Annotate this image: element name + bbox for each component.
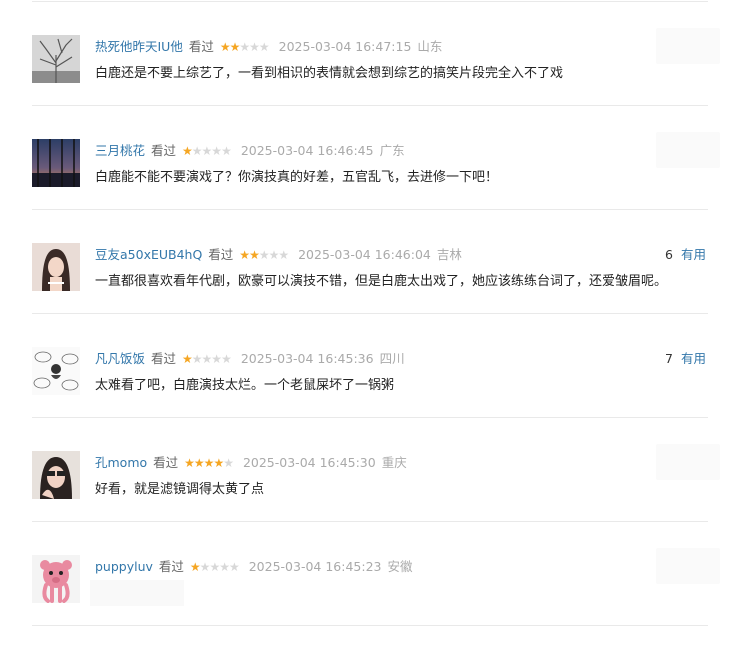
comment-item: puppyluv 看过 ★★★★★ 2025-03-04 16:45:23 安徽 <box>32 522 720 626</box>
star-empty-icon: ★ <box>223 456 234 470</box>
vote-count: 6 <box>665 247 673 262</box>
useful-link[interactable]: 有用 <box>681 351 706 366</box>
comment-location: 四川 <box>379 351 405 366</box>
star-rating: ★★★★★ <box>182 142 232 160</box>
star-filled-icon: ★ <box>184 456 195 470</box>
comment-text: 一直都很喜欢看年代剧，欧豪可以演技不错，但是白鹿太出戏了，她应该练练台词了，还爱… <box>95 274 668 289</box>
avatar-girl-icon[interactable] <box>32 243 80 291</box>
comment-time: 2025-03-04 16:47:15 <box>278 39 412 54</box>
comment-time: 2025-03-04 16:45:23 <box>248 559 382 574</box>
star-empty-icon: ★ <box>211 352 222 366</box>
comment-meta: 豆友a50xEUB4hQ 看过 ★★★★★ 2025-03-04 16:46:0… <box>95 246 462 264</box>
star-empty-icon: ★ <box>221 144 232 158</box>
username-link[interactable]: 豆友a50xEUB4hQ <box>95 247 202 262</box>
vote-button[interactable]: 7 有用 <box>665 350 706 368</box>
vote-button[interactable] <box>656 444 720 480</box>
star-filled-icon: ★ <box>193 456 205 470</box>
star-empty-icon: ★ <box>211 144 222 158</box>
star-empty-icon: ★ <box>228 560 240 574</box>
comment-meta: 三月桃花 看过 ★★★★★ 2025-03-04 16:46:45 广东 <box>95 142 405 160</box>
vote-button[interactable]: 6 有用 <box>665 246 706 264</box>
watch-status: 看过 <box>158 559 184 574</box>
star-empty-icon: ★ <box>239 40 250 54</box>
star-empty-icon: ★ <box>209 560 220 574</box>
star-empty-icon: ★ <box>258 248 270 262</box>
comment-location: 广东 <box>379 143 405 158</box>
star-filled-icon: ★ <box>239 248 250 262</box>
star-filled-icon: ★ <box>182 144 193 158</box>
star-filled-icon: ★ <box>189 560 201 574</box>
avatar-tree-icon[interactable] <box>32 35 80 83</box>
star-filled-icon: ★ <box>249 248 260 262</box>
star-empty-icon: ★ <box>191 352 203 366</box>
comment-list: 热死他昨天IU他 看过 ★★★★★ 2025-03-04 16:47:15 山东… <box>0 0 740 645</box>
star-empty-icon: ★ <box>201 144 213 158</box>
watch-status: 看过 <box>153 455 179 470</box>
comment-time: 2025-03-04 16:46:04 <box>298 247 431 262</box>
username-link[interactable]: puppyluv <box>95 559 153 574</box>
comment-item: 孔momo 看过 ★★★★★ 2025-03-04 16:45:30 重庆 好看… <box>32 418 720 522</box>
comment-meta: puppyluv 看过 ★★★★★ 2025-03-04 16:45:23 安徽 <box>95 558 412 576</box>
comment-item: 凡凡饭饭 看过 ★★★★★ 2025-03-04 16:45:36 四川 7 有… <box>32 314 708 418</box>
comment-location: 重庆 <box>381 455 407 470</box>
star-empty-icon: ★ <box>258 40 270 54</box>
star-empty-icon: ★ <box>249 40 260 54</box>
star-empty-icon: ★ <box>221 352 232 366</box>
star-rating: ★★★★★ <box>182 350 232 368</box>
star-empty-icon: ★ <box>219 560 230 574</box>
avatar-doodle-icon[interactable] <box>32 347 80 395</box>
comment-text: 白鹿能不能不要演戏了？你演技真的好差，五官乱飞，去进修一下吧！ <box>95 170 499 185</box>
comment-text: 白鹿还是不要上综艺了，一看到相识的表情就会想到综艺的搞笑片段完全入不了戏 <box>95 66 564 81</box>
comment-item: 三月桃花 看过 ★★★★★ 2025-03-04 16:46:45 广东 白鹿能… <box>32 106 720 210</box>
star-empty-icon: ★ <box>201 352 213 366</box>
comment-location: 安徽 <box>387 559 413 574</box>
star-filled-icon: ★ <box>229 40 241 54</box>
comment-location: 山东 <box>417 39 443 54</box>
comment-meta: 凡凡饭饭 看过 ★★★★★ 2025-03-04 16:45:36 四川 <box>95 350 405 368</box>
comment-meta: 热死他昨天IU他 看过 ★★★★★ 2025-03-04 16:47:15 山东 <box>95 38 442 56</box>
star-filled-icon: ★ <box>182 352 193 366</box>
star-rating: ★★★★★ <box>239 246 289 264</box>
star-rating: ★★★★★ <box>219 38 270 56</box>
avatar-glasses-icon[interactable] <box>32 451 80 499</box>
vote-count: 7 <box>665 351 673 366</box>
comment-location: 吉林 <box>436 247 462 262</box>
vote-button[interactable] <box>656 132 720 168</box>
comment-text-placeholder <box>90 580 184 606</box>
star-rating: ★★★★★ <box>189 558 240 576</box>
comment-text: 太难看了吧，白鹿演技太烂。一个老鼠屎坏了一锅粥 <box>95 378 395 393</box>
star-empty-icon: ★ <box>268 248 280 262</box>
comment-time: 2025-03-04 16:45:30 <box>242 455 376 470</box>
star-filled-icon: ★ <box>213 456 224 470</box>
watch-status: 看过 <box>151 351 177 366</box>
comment-time: 2025-03-04 16:45:36 <box>240 351 374 366</box>
comment-time: 2025-03-04 16:46:45 <box>240 143 374 158</box>
star-empty-icon: ★ <box>199 560 211 574</box>
star-rating: ★★★★★ <box>184 454 234 472</box>
comment-item: 豆友a50xEUB4hQ 看过 ★★★★★ 2025-03-04 16:46:0… <box>32 210 708 314</box>
username-link[interactable]: 孔momo <box>95 455 147 470</box>
star-filled-icon: ★ <box>203 456 215 470</box>
comment-item: 热死他昨天IU他 看过 ★★★★★ 2025-03-04 16:47:15 山东… <box>32 2 720 106</box>
avatar-city-icon[interactable] <box>32 139 80 187</box>
comment-text: 好看，就是滤镜调得太黄了点 <box>95 482 265 497</box>
watch-status: 看过 <box>188 39 214 54</box>
username-link[interactable]: 三月桃花 <box>95 143 145 158</box>
comment-meta: 孔momo 看过 ★★★★★ 2025-03-04 16:45:30 重庆 <box>95 454 407 472</box>
watch-status: 看过 <box>208 247 234 262</box>
avatar-pink-toy-icon[interactable] <box>32 555 80 603</box>
username-link[interactable]: 凡凡饭饭 <box>95 351 145 366</box>
username-link[interactable]: 热死他昨天IU他 <box>95 39 183 54</box>
watch-status: 看过 <box>151 143 177 158</box>
star-empty-icon: ★ <box>278 248 289 262</box>
vote-button[interactable] <box>656 548 720 584</box>
star-empty-icon: ★ <box>191 144 203 158</box>
useful-link[interactable]: 有用 <box>681 247 706 262</box>
star-filled-icon: ★ <box>219 40 231 54</box>
vote-button[interactable] <box>656 28 720 64</box>
